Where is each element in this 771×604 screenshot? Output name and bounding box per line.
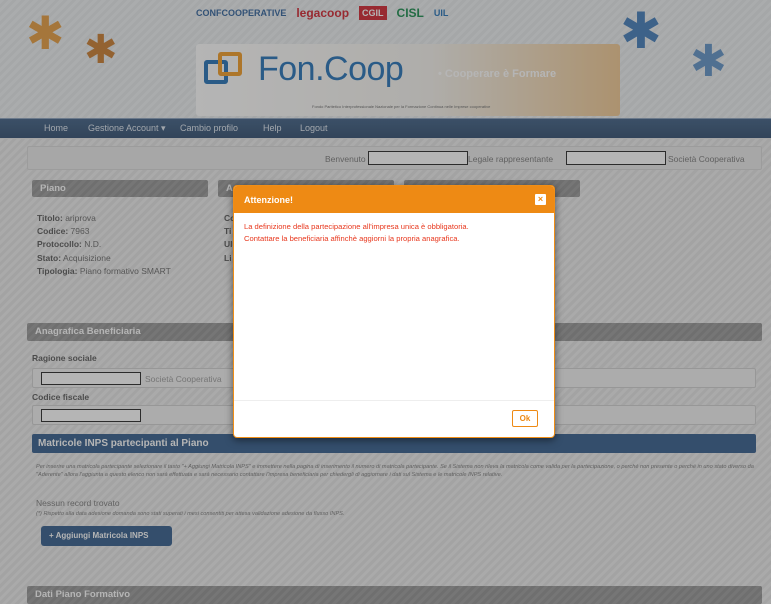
alert-modal: Attenzione! × La definizione della parte… [233,185,555,438]
modal-body: La definizione della partecipazione all'… [234,213,554,401]
modal-title: Attenzione! [244,195,293,205]
close-icon[interactable]: × [535,194,546,205]
ok-button[interactable]: Ok [512,410,538,427]
modal-message-line2: Contattare la beneficiaria affinchè aggi… [244,234,460,243]
modal-message-line1: La definizione della partecipazione all'… [244,222,469,231]
modal-header: Attenzione! × [234,186,554,213]
